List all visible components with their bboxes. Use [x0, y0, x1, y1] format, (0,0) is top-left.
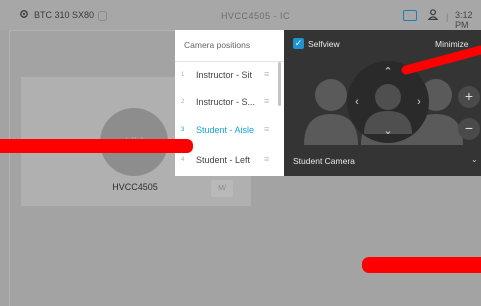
drag-handle-icon[interactable]: ≡	[264, 69, 269, 79]
separator: |	[446, 12, 449, 22]
position-number: 2	[181, 99, 185, 105]
position-label: Student - Left	[196, 155, 251, 165]
position-number: 4	[181, 157, 185, 163]
pan-down-button[interactable]: ⌄	[381, 124, 395, 138]
annotation-mark	[362, 257, 481, 273]
zoom-out-button[interactable]: −	[458, 118, 480, 140]
top-status-bar: BTC 310 SX80 HVCC4505 - IC | 3:12 PM	[0, 0, 481, 30]
user-icon[interactable]	[428, 9, 438, 20]
camera-icon[interactable]	[403, 10, 417, 21]
camera-position-item[interactable]: 2 Instructor - S... ≡	[175, 88, 277, 117]
gear-icon[interactable]	[19, 9, 29, 19]
frame-edge	[9, 30, 10, 306]
pan-left-button[interactable]: ‹	[350, 95, 364, 109]
position-label: Instructor - Sit	[196, 70, 253, 80]
list-header: Camera positions	[184, 40, 251, 50]
chevron-down-icon[interactable]: ⌄	[471, 155, 478, 164]
zoom-in-button[interactable]: +	[458, 86, 480, 108]
microphone-icon	[98, 11, 107, 21]
annotation-arrow	[401, 45, 481, 75]
drag-handle-icon[interactable]: ≡	[264, 154, 269, 164]
camera-position-item[interactable]: 1 Instructor - Sit ≡	[175, 61, 277, 90]
clock: 3:12 PM	[455, 10, 473, 30]
position-label: Student - Aisle	[196, 125, 255, 135]
call-host-label: HVCC4505 - IC	[221, 11, 291, 21]
pan-right-button[interactable]: ›	[412, 95, 426, 109]
scrollbar[interactable]	[278, 62, 281, 106]
drag-handle-icon[interactable]: ≡	[264, 96, 269, 106]
position-number: 3	[181, 127, 185, 133]
annotation-mark	[0, 139, 193, 153]
camera-positions-list: Camera positions 1 Instructor - Sit ≡ 2 …	[175, 30, 284, 176]
drag-handle-icon[interactable]: ≡	[264, 124, 269, 134]
camera-selector-label[interactable]: Student Camera	[293, 156, 355, 166]
device-name: BTC 310 SX80	[34, 10, 95, 20]
mute-button[interactable]: M/	[211, 180, 233, 197]
position-number: 1	[181, 72, 185, 78]
position-label: Instructor - S...	[196, 97, 256, 107]
pan-up-button[interactable]: ⌃	[381, 65, 395, 79]
